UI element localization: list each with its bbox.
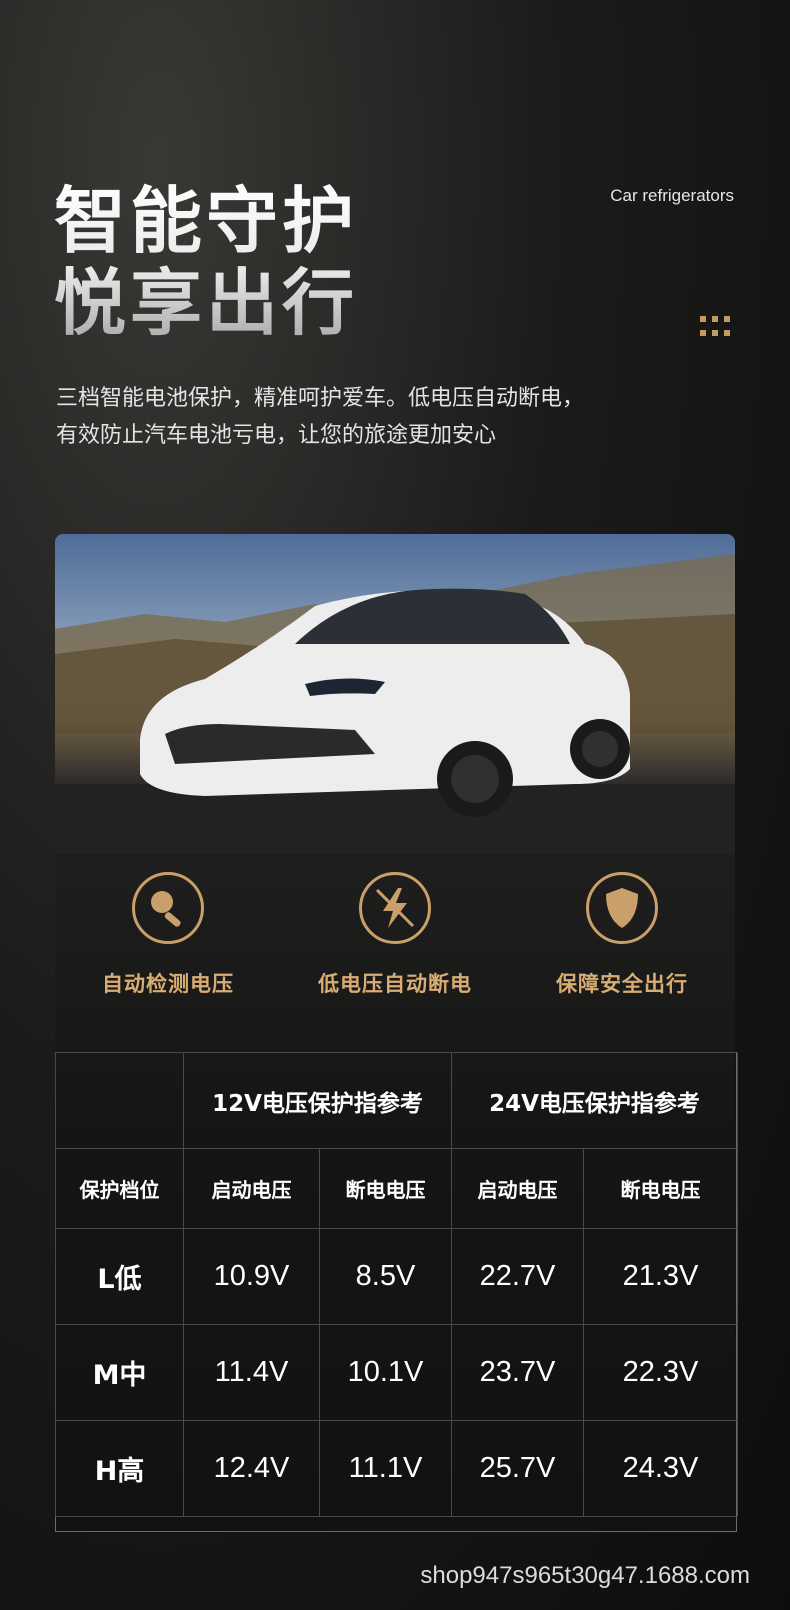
cell-24v-cutoff: 24.3V	[583, 1420, 738, 1517]
table-group-header: 12V电压保护指参考 24V电压保护指参考	[55, 1052, 738, 1149]
cell-12v-cutoff: 8.5V	[319, 1228, 452, 1325]
col-24v-cutoff-header: 断电电压	[583, 1148, 738, 1229]
headline-line-1: 智能守护	[54, 179, 359, 263]
group-12v-header: 12V电压保护指参考	[183, 1052, 452, 1149]
magnifier-icon	[132, 872, 204, 944]
feature-label-3: 保障安全出行	[556, 972, 688, 996]
headline: 智能守护 悦享出行	[54, 180, 358, 344]
cell-12v-cutoff: 11.1V	[319, 1420, 452, 1517]
col-24v-start-header: 启动电压	[451, 1148, 584, 1229]
cell-12v-start: 11.4V	[183, 1324, 320, 1421]
dots-decoration	[700, 316, 734, 336]
eyebrow-text: Car refrigerators	[610, 186, 734, 205]
car-illustration	[55, 554, 735, 854]
cell-12v-start: 12.4V	[183, 1420, 320, 1517]
cell-24v-cutoff: 22.3V	[583, 1324, 738, 1421]
feature-label-2: 低电压自动断电	[318, 972, 472, 996]
row-level: H高	[55, 1420, 184, 1517]
feature-low-voltage-cutoff: 低电压自动断电	[282, 872, 508, 998]
cell-12v-start: 10.9V	[183, 1228, 320, 1325]
col-12v-cutoff-header: 断电电压	[319, 1148, 452, 1229]
headline-line-2: 悦享出行	[54, 261, 359, 345]
feature-safe-travel: 保障安全出行	[509, 872, 735, 998]
description: 三档智能电池保护，精准呵护爱车。低电压自动断电， 有效防止汽车电池亏电，让您的旅…	[56, 380, 696, 454]
description-line-2: 有效防止汽车电池亏电，让您的旅途更加安心	[56, 423, 497, 448]
group-24v-header: 24V电压保护指参考	[451, 1052, 738, 1149]
cell-24v-start: 25.7V	[451, 1420, 584, 1517]
row-level: L低	[55, 1228, 184, 1325]
cell-24v-cutoff: 21.3V	[583, 1228, 738, 1325]
cell-24v-start: 23.7V	[451, 1324, 584, 1421]
table-row: H高 12.4V 11.1V 25.7V 24.3V	[55, 1420, 738, 1517]
col-12v-start-header: 启动电压	[183, 1148, 320, 1229]
table-row: L低 10.9V 8.5V 22.7V 21.3V	[55, 1228, 738, 1325]
table-row: M中 11.4V 10.1V 23.7V 22.3V	[55, 1324, 738, 1421]
cell-12v-cutoff: 10.1V	[319, 1324, 452, 1421]
empty-corner-cell	[55, 1052, 184, 1149]
feature-row: 自动检测电压 低电压自动断电 保障安全出行	[55, 872, 735, 1032]
table-sub-header: 保护档位 启动电压 断电电压 启动电压 断电电压	[55, 1148, 738, 1229]
shield-icon	[586, 872, 658, 944]
description-line-1: 三档智能电池保护，精准呵护爱车。低电压自动断电，	[56, 386, 585, 411]
feature-label-1: 自动检测电压	[102, 972, 234, 996]
cell-24v-start: 22.7V	[451, 1228, 584, 1325]
feature-voltage-detect: 自动检测电压	[55, 872, 281, 998]
voltage-spec-table: 12V电压保护指参考 24V电压保护指参考 保护档位 启动电压 断电电压 启动电…	[55, 1052, 738, 1517]
shop-url-watermark: shop947s965t30g47.1688.com	[420, 1562, 750, 1589]
col-level-header: 保护档位	[55, 1148, 184, 1229]
row-level: M中	[55, 1324, 184, 1421]
lightning-off-icon	[359, 872, 431, 944]
car-photo	[55, 534, 735, 854]
